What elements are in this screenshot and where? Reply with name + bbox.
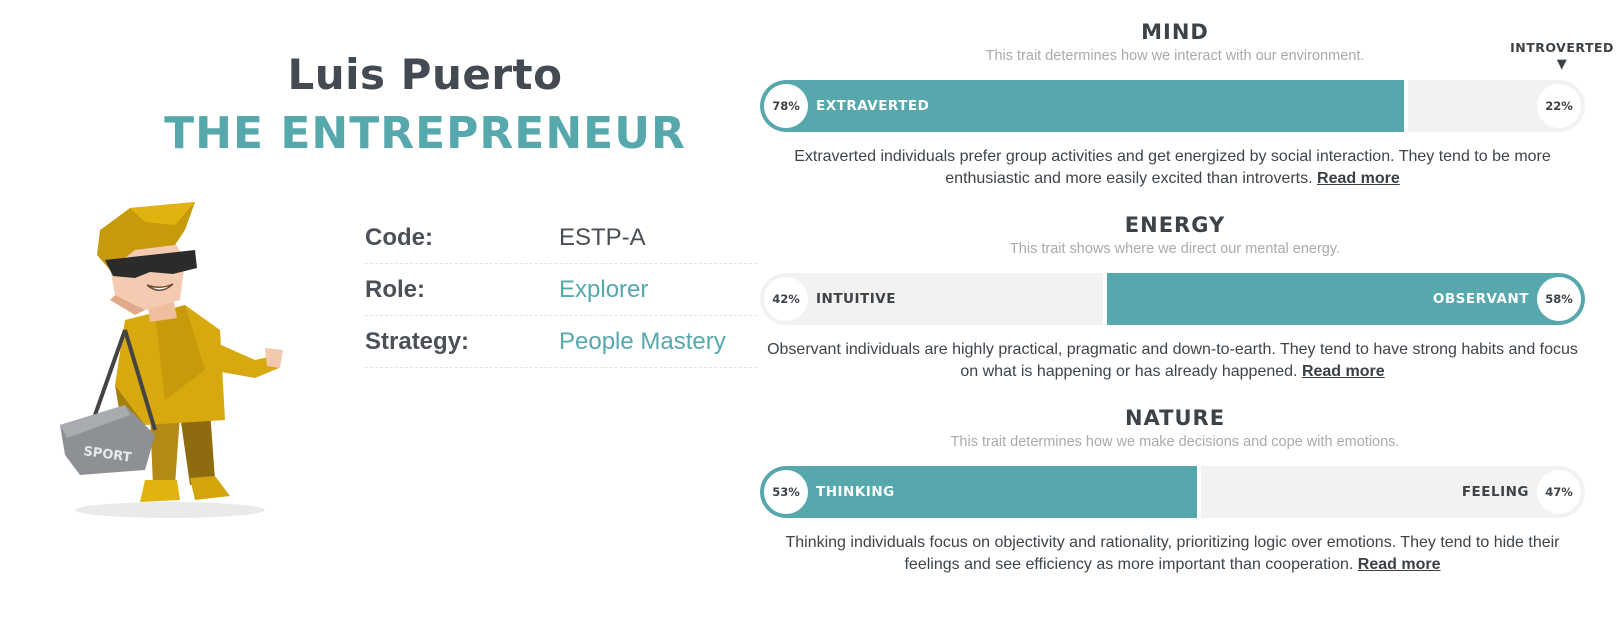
trait-mind: MIND This trait determines how we intera…: [760, 20, 1590, 190]
right-label: OBSERVANT: [1432, 291, 1529, 307]
right-percent: 47%: [1537, 470, 1581, 514]
profile-name: Luis Puerto: [287, 50, 563, 99]
trait-bar[interactable]: 53% THINKING FEELING 47%: [760, 466, 1585, 518]
trait-nature: NATURE This trait determines how we make…: [760, 406, 1590, 576]
read-more-link[interactable]: Read more: [1317, 170, 1400, 187]
description-text: Thinking individuals focus on objectivit…: [785, 534, 1560, 573]
description-text: Observant individuals are highly practic…: [767, 341, 1578, 380]
trait-subtitle: This trait determines how we make decisi…: [950, 434, 1400, 450]
trait-energy: ENERGY This trait shows where we direct …: [760, 213, 1590, 383]
trait-title: ENERGY: [1124, 213, 1226, 237]
trait-title: MIND: [1141, 20, 1209, 44]
trait-title: NATURE: [1124, 406, 1226, 430]
info-row-role: Role: Explorer: [365, 264, 757, 316]
trait-bar[interactable]: 42% INTUITIVE OBSERVANT 58%: [760, 273, 1585, 325]
info-row-strategy: Strategy: People Mastery: [365, 316, 757, 368]
right-percent: 22%: [1537, 84, 1581, 128]
info-value: ESTP-A: [559, 223, 646, 251]
left-label: INTUITIVE: [816, 291, 896, 307]
trait-description: Extraverted individuals prefer group act…: [760, 146, 1585, 190]
read-more-link[interactable]: Read more: [1302, 363, 1385, 380]
bar-divider: [1403, 80, 1408, 132]
trait-subtitle: This trait determines how we interact wi…: [985, 48, 1365, 64]
right-label: FEELING: [1461, 484, 1529, 500]
left-label: THINKING: [816, 484, 895, 500]
trait-subtitle: This trait shows where we direct our men…: [1009, 241, 1341, 257]
bar-divider: [1102, 273, 1107, 325]
info-row-code: Code: ESTP-A: [365, 212, 757, 264]
avatar: SPORT: [55, 200, 295, 545]
description-text: Extraverted individuals prefer group act…: [794, 148, 1551, 187]
profile-info-table: Code: ESTP-A Role: Explorer Strategy: Pe…: [365, 212, 757, 368]
trait-description: Observant individuals are highly practic…: [760, 339, 1585, 383]
left-percent: 78%: [764, 84, 808, 128]
left-label: EXTRAVERTED: [816, 98, 930, 114]
trait-description: Thinking individuals focus on objectivit…: [760, 532, 1585, 576]
strategy-link[interactable]: People Mastery: [559, 328, 726, 356]
info-key: Strategy:: [365, 327, 470, 355]
info-key: Code:: [365, 223, 433, 251]
left-percent: 53%: [764, 470, 808, 514]
right-percent: 58%: [1537, 277, 1581, 321]
bar-divider: [1197, 466, 1202, 518]
personality-type: THE ENTREPRENEUR: [164, 108, 686, 159]
left-percent: 42%: [764, 277, 808, 321]
read-more-link[interactable]: Read more: [1358, 556, 1441, 573]
trait-bar[interactable]: 78% EXTRAVERTED 22%: [760, 80, 1585, 132]
info-key: Role:: [365, 275, 425, 303]
entrepreneur-avatar-icon: SPORT: [60, 202, 283, 518]
role-link[interactable]: Explorer: [559, 276, 648, 304]
